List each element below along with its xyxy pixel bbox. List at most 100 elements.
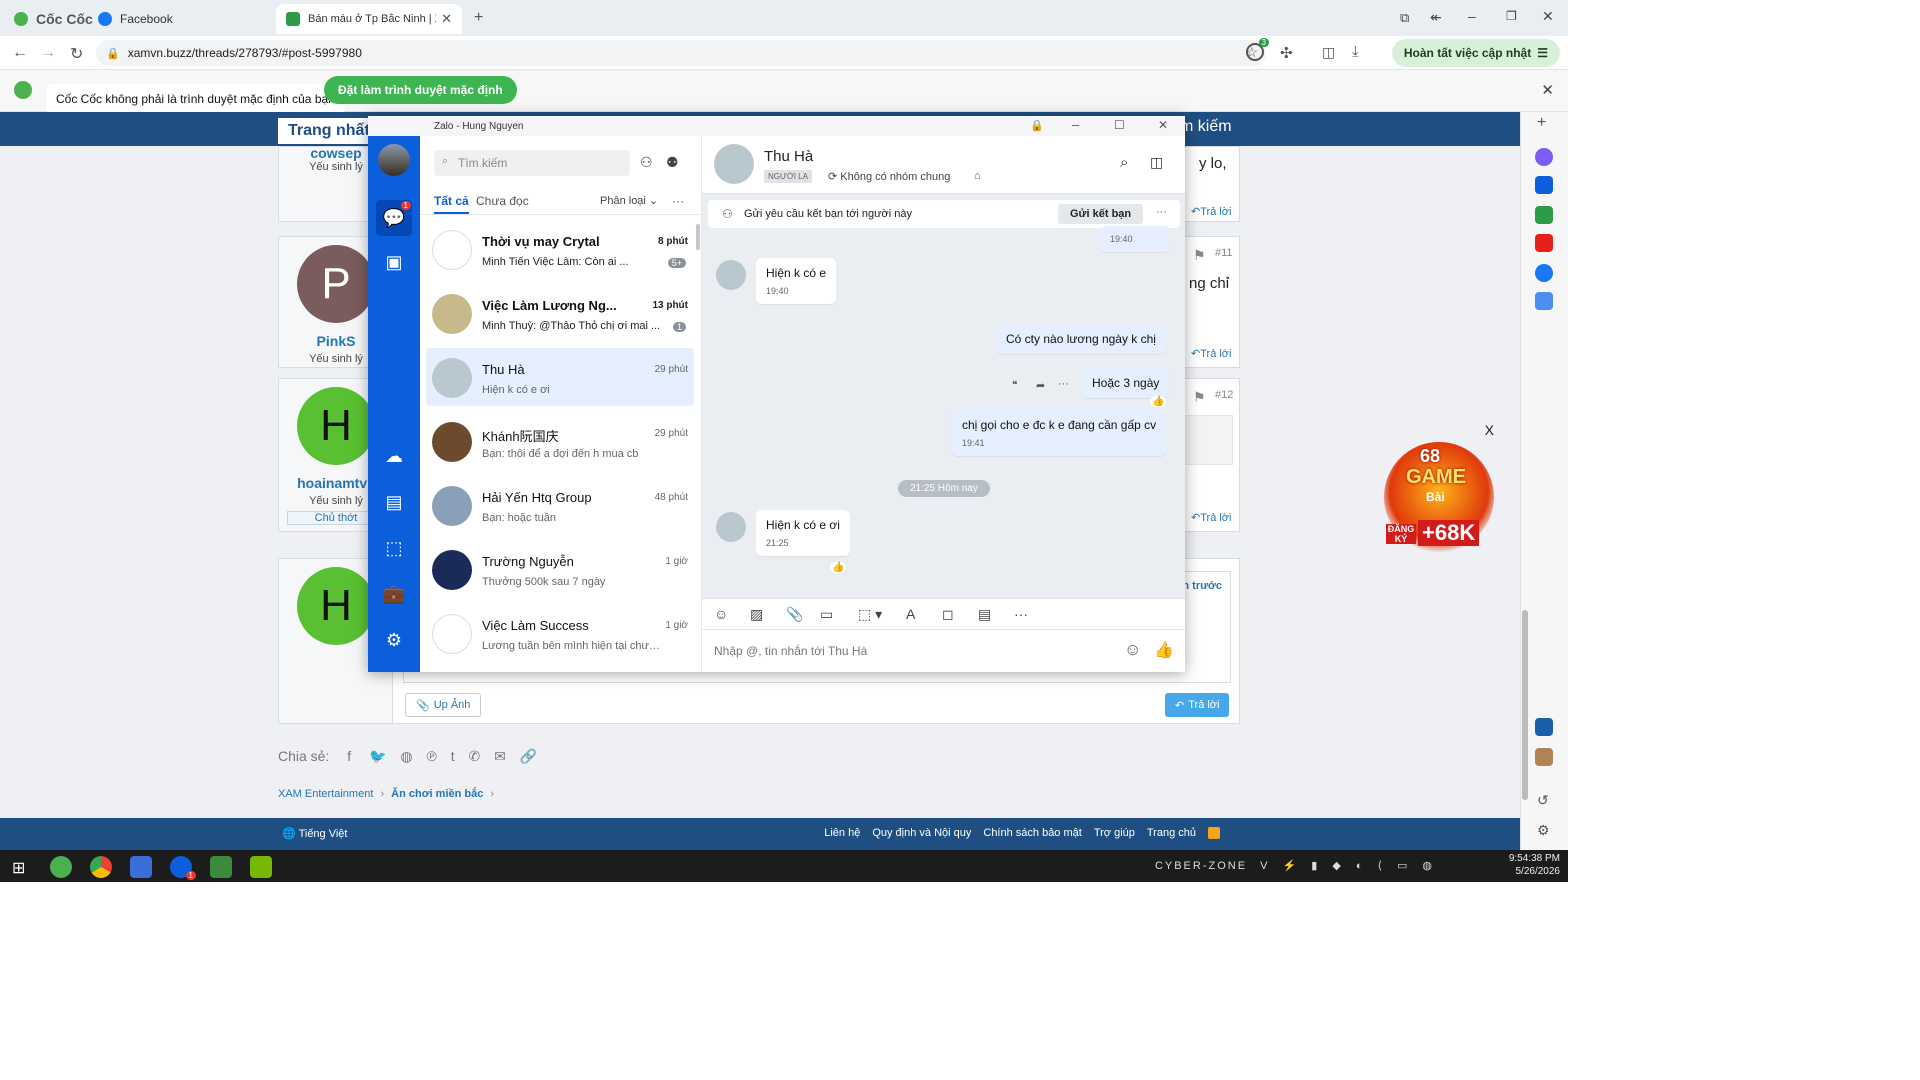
post-number[interactable]: #12 — [1215, 389, 1233, 401]
close-infobar-icon[interactable]: ✕ — [1541, 81, 1554, 99]
reply-link[interactable]: ↶Trả lời — [1191, 205, 1231, 218]
conversation-item[interactable]: Việc Làm Lương Ng... 13 phút Minh Thuỳ: … — [426, 284, 694, 342]
email-share-icon[interactable]: ✉ — [494, 748, 506, 764]
message-bubble-sent[interactable]: 19:40 — [1100, 226, 1170, 252]
tray-icons[interactable]: V ⚡ ▮ ◆ ◐ ⟨ ▭ ◍ — [1260, 860, 1438, 872]
text-format-icon[interactable]: A — [906, 606, 915, 622]
nav-home[interactable]: Trang nhất — [278, 118, 380, 144]
thumbs-up-send-icon[interactable]: 👍 — [1154, 640, 1174, 660]
shield-extension-icon[interactable]: 3 — [1246, 38, 1269, 61]
zalo-taskbar-icon[interactable]: 1 — [170, 856, 196, 880]
more-options-icon[interactable]: ··· — [1058, 378, 1069, 390]
app-icon[interactable] — [1535, 718, 1553, 736]
tab-facebook[interactable]: Facebook — [88, 4, 183, 34]
minimize-icon[interactable]: – — [1072, 117, 1079, 132]
classify-dropdown[interactable]: Phân loại ⌄ — [600, 194, 658, 207]
post-number[interactable]: #11 — [1215, 247, 1233, 259]
conversation-item[interactable]: Trường Nguyễn 1 giờ Thưởng 500k sau 7 ng… — [426, 540, 694, 598]
footer-link-help[interactable]: Trợ giúp — [1094, 827, 1135, 839]
tab-active-thread[interactable]: Bán máu ở Tp Bắc Ninh | Xa ✕ — [276, 4, 462, 34]
extensions-puzzle-icon[interactable]: ✣ — [1280, 44, 1293, 62]
folder-icon[interactable]: ▤ — [380, 488, 408, 516]
game-taskbar-icon[interactable] — [210, 856, 232, 878]
set-default-browser-button[interactable]: Đặt làm trình duyệt mặc định — [324, 76, 517, 104]
contact-avatar[interactable] — [716, 260, 746, 290]
windows-start-icon[interactable]: ⊞ — [12, 858, 25, 878]
conversation-item-selected[interactable]: Thu Hà 29 phút Hiện k có e ơi — [426, 348, 694, 406]
message-bubble-sent[interactable]: chị gọi cho e đc k e đang cần gấp cv 19:… — [952, 410, 1167, 456]
contact-card-icon[interactable]: ▭ — [820, 606, 833, 623]
avatar[interactable]: H — [297, 567, 375, 645]
link-share-icon[interactable]: 🔗 — [520, 748, 537, 764]
message-bubble-received[interactable]: Hiện k có e 19:40 — [756, 258, 837, 304]
search-icon[interactable]: ⌕ — [1120, 154, 1128, 171]
add-friend-icon[interactable]: ⚇ — [640, 154, 653, 171]
screenshot-crop-icon[interactable]: ⬚ ▾ — [858, 606, 882, 623]
messages-icon[interactable]: 💬 1 — [376, 200, 412, 236]
back-history-icon[interactable]: ↞ — [1430, 9, 1442, 26]
avatar[interactable]: H — [297, 387, 375, 465]
chrome-taskbar-icon[interactable] — [90, 856, 112, 878]
pinterest-share-icon[interactable]: ℗ — [426, 748, 436, 764]
history-icon[interactable]: ↺ — [1537, 792, 1549, 809]
footer-link-home[interactable]: Trang chủ — [1147, 827, 1196, 839]
emoji-icon[interactable]: ☺ — [1124, 640, 1141, 660]
twitter-share-icon[interactable]: 🐦 — [369, 748, 386, 764]
add-panel-icon[interactable]: + — [1537, 114, 1546, 132]
translate-icon[interactable] — [1535, 292, 1553, 310]
split-view-icon[interactable]: ◫ — [1322, 44, 1335, 61]
conversation-item[interactable]: Thời vụ may Crytal 8 phút Minh Tiến Việc… — [426, 220, 694, 278]
contact-avatar[interactable] — [716, 512, 746, 542]
list-scrollbar[interactable] — [696, 224, 700, 250]
briefcase-icon[interactable]: 💼 — [380, 580, 408, 608]
sidebar-toggle-icon[interactable]: ◫ — [1150, 154, 1163, 171]
messenger-icon[interactable] — [1535, 148, 1553, 166]
coccoc-taskbar-icon[interactable] — [50, 856, 72, 878]
close-tab-icon[interactable]: ✕ — [441, 11, 452, 27]
close-window-icon[interactable]: ✕ — [1542, 8, 1554, 25]
footer-link-contact[interactable]: Liên hệ — [824, 827, 860, 839]
common-groups[interactable]: ⟳ Không có nhóm chung — [828, 170, 950, 183]
contact-avatar[interactable] — [714, 144, 754, 184]
payment-card-icon[interactable]: ▤ — [978, 606, 991, 623]
upload-image-button[interactable]: 📎 Up Ảnh — [405, 693, 482, 717]
cloud-icon[interactable]: ☁ — [380, 442, 408, 470]
tab-unread[interactable]: Chưa đọc — [476, 194, 529, 208]
more-options-icon[interactable]: ··· — [1156, 206, 1167, 218]
forward-icon[interactable]: ➦ — [1036, 379, 1045, 392]
profile-thumbnail-icon[interactable] — [1535, 748, 1553, 766]
screenshot-crop-icon[interactable]: ⬚ — [380, 534, 408, 562]
screenshot-icon[interactable]: ⧉ — [1400, 10, 1409, 26]
bookmark-icon[interactable]: ⚑ — [1193, 389, 1206, 406]
whatsapp-share-icon[interactable]: ✆ — [468, 748, 480, 764]
app-taskbar-icon[interactable] — [130, 856, 152, 878]
forward-icon[interactable]: → — [40, 44, 56, 62]
tab-all[interactable]: Tất cả — [434, 194, 469, 214]
image-icon[interactable]: ▨ — [750, 606, 763, 623]
rss-icon[interactable] — [1208, 827, 1220, 839]
nav-search[interactable]: m kiếm — [1180, 118, 1232, 136]
page-scrollbar[interactable] — [1522, 610, 1528, 800]
back-icon[interactable]: ← — [12, 44, 28, 62]
minimize-icon[interactable]: – — [1468, 8, 1476, 24]
attachment-icon[interactable]: 📎 — [786, 606, 803, 623]
like-reaction-icon[interactable]: 👍 — [830, 562, 847, 573]
reddit-share-icon[interactable]: ◍ — [400, 748, 412, 764]
settings-gear-icon[interactable]: ⚙ — [1537, 822, 1550, 839]
sticker-icon[interactable]: ☺ — [714, 606, 728, 622]
reload-icon[interactable]: ↻ — [70, 44, 83, 64]
conversation-item[interactable]: Việc Làm Success 1 giờ Lương tuần bên mì… — [426, 604, 694, 662]
reminder-icon[interactable]: ◻ — [942, 606, 954, 623]
submit-reply-button[interactable]: ↶ Trả lời — [1165, 693, 1230, 717]
message-input[interactable]: Nhập @, tin nhắn tới Thu Hà ☺ 👍 — [702, 630, 1185, 672]
system-clock[interactable]: 9:54:38 PM 5/26/2026 — [1509, 852, 1560, 878]
contacts-icon[interactable]: ▣ — [380, 248, 408, 276]
breadcrumb-item[interactable]: XAM Entertainment — [278, 788, 373, 800]
download-icon[interactable]: ⤓ — [1352, 43, 1359, 60]
maximize-icon[interactable]: ☐ — [1114, 118, 1125, 132]
breadcrumb-item[interactable]: Ăn chơi miền bắc — [391, 788, 483, 800]
message-bubble-received[interactable]: Hiện k có e ơi 21:25 — [756, 510, 850, 556]
bookmark-icon[interactable]: ⚑ — [1193, 247, 1206, 264]
complete-update-button[interactable]: Hoàn tất việc cập nhật ☰ — [1391, 39, 1560, 67]
lock-icon[interactable]: 🔒 — [1030, 119, 1044, 132]
